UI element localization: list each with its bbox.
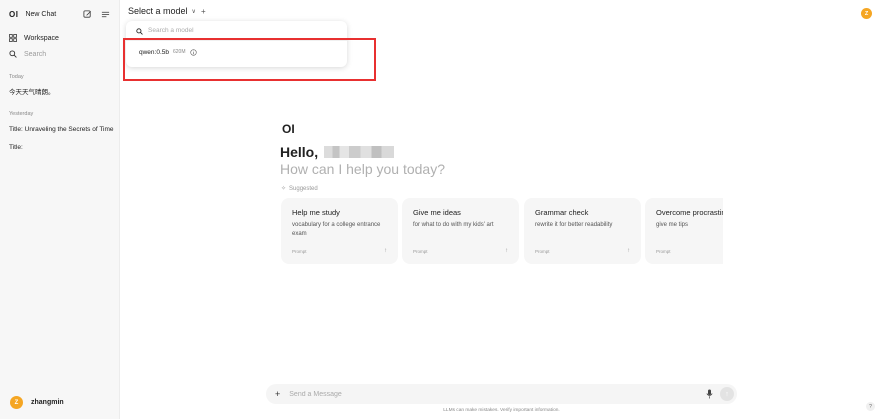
edit-icon[interactable] — [81, 8, 93, 20]
section-yesterday: Yesterday — [9, 111, 34, 117]
model-selector-label: Select a model — [128, 6, 188, 16]
card-footer: Prompt — [535, 248, 550, 254]
card-subtitle: for what to do with my kids' art — [413, 222, 494, 228]
chat-item[interactable]: Title: Unraveling the Secrets of Time — [0, 126, 119, 133]
attach-button[interactable]: + — [275, 389, 280, 399]
card-title: Give me ideas — [413, 208, 461, 217]
user-name: zhangmin — [31, 399, 64, 406]
card-title: Overcome procrastination — [656, 208, 723, 217]
model-selector[interactable]: Select a model ∨ + — [128, 6, 206, 16]
center-logo: OI — [282, 122, 295, 136]
new-chat-button[interactable]: New Chat — [25, 11, 75, 18]
highlight-annotation — [123, 38, 376, 81]
suggestion-card[interactable]: Overcome procrastination give me tips Pr… — [645, 198, 723, 264]
sidebar-search[interactable]: Search — [0, 46, 119, 62]
card-footer: Prompt — [656, 248, 671, 254]
search-icon — [136, 22, 143, 40]
redacted-name — [324, 146, 395, 158]
message-composer: + ↑ — [266, 384, 737, 404]
section-today: Today — [9, 74, 24, 80]
sidebar-item-workspace[interactable]: Workspace — [0, 30, 119, 46]
help-question: How can I help you today? — [280, 161, 445, 177]
greeting: Hello, — [280, 144, 395, 160]
help-button[interactable]: ? — [866, 402, 875, 411]
greeting-text: Hello, — [280, 144, 319, 160]
card-footer: Prompt — [413, 248, 428, 254]
sidebar: OI New Chat Workspace Search Today 今天天气晴… — [0, 0, 120, 419]
sidebar-item-label: Workspace — [24, 34, 59, 42]
message-input[interactable] — [289, 390, 704, 398]
arrow-up-icon: ↑ — [505, 248, 508, 254]
suggestion-card[interactable]: Give me ideas for what to do with my kid… — [402, 198, 519, 264]
send-button[interactable]: ↑ — [720, 387, 734, 401]
main-area: Select a model ∨ + Z qwen:0.5b 620M OI H… — [121, 0, 883, 419]
grid-icon — [9, 34, 19, 42]
suggested-label: ✧ Suggested — [281, 185, 318, 193]
user-menu[interactable]: Z zhangmin — [10, 396, 64, 409]
arrow-up-icon: ↑ — [725, 390, 729, 398]
avatar: Z — [10, 396, 23, 409]
disclaimer: LLMs can make mistakes. Verify important… — [443, 408, 560, 413]
suggestion-card[interactable]: Grammar check rewrite it for better read… — [524, 198, 641, 264]
sparkle-icon: ✧ — [281, 186, 287, 192]
chat-item[interactable]: 今天天气晴朗。 — [0, 86, 119, 96]
card-subtitle: rewrite it for better readability — [535, 222, 613, 228]
suggestion-card[interactable]: Help me study vocabulary for a college e… — [281, 198, 398, 264]
search-icon — [9, 50, 19, 58]
microphone-icon[interactable] — [704, 388, 714, 400]
app-logo: OI — [9, 9, 19, 19]
card-footer: Prompt — [292, 248, 307, 254]
model-search-input[interactable] — [148, 27, 328, 34]
menu-icon[interactable] — [99, 8, 111, 20]
card-title: Help me study — [292, 208, 340, 217]
arrow-up-icon: ↑ — [627, 248, 630, 254]
sidebar-header: OI New Chat — [0, 0, 119, 28]
add-model-button[interactable]: + — [201, 7, 206, 16]
arrow-up-icon: ↑ — [384, 248, 387, 254]
avatar[interactable]: Z — [861, 8, 872, 19]
suggested-text: Suggested — [289, 185, 318, 192]
card-subtitle: vocabulary for a college entrance exam — [292, 222, 381, 237]
chevron-down-icon: ∨ — [191, 8, 196, 15]
suggestion-cards: Help me study vocabulary for a college e… — [281, 198, 723, 264]
card-subtitle: give me tips — [656, 222, 689, 228]
chat-item[interactable]: Title: — [0, 144, 119, 151]
sidebar-search-label: Search — [24, 50, 47, 58]
card-title: Grammar check — [535, 208, 589, 217]
